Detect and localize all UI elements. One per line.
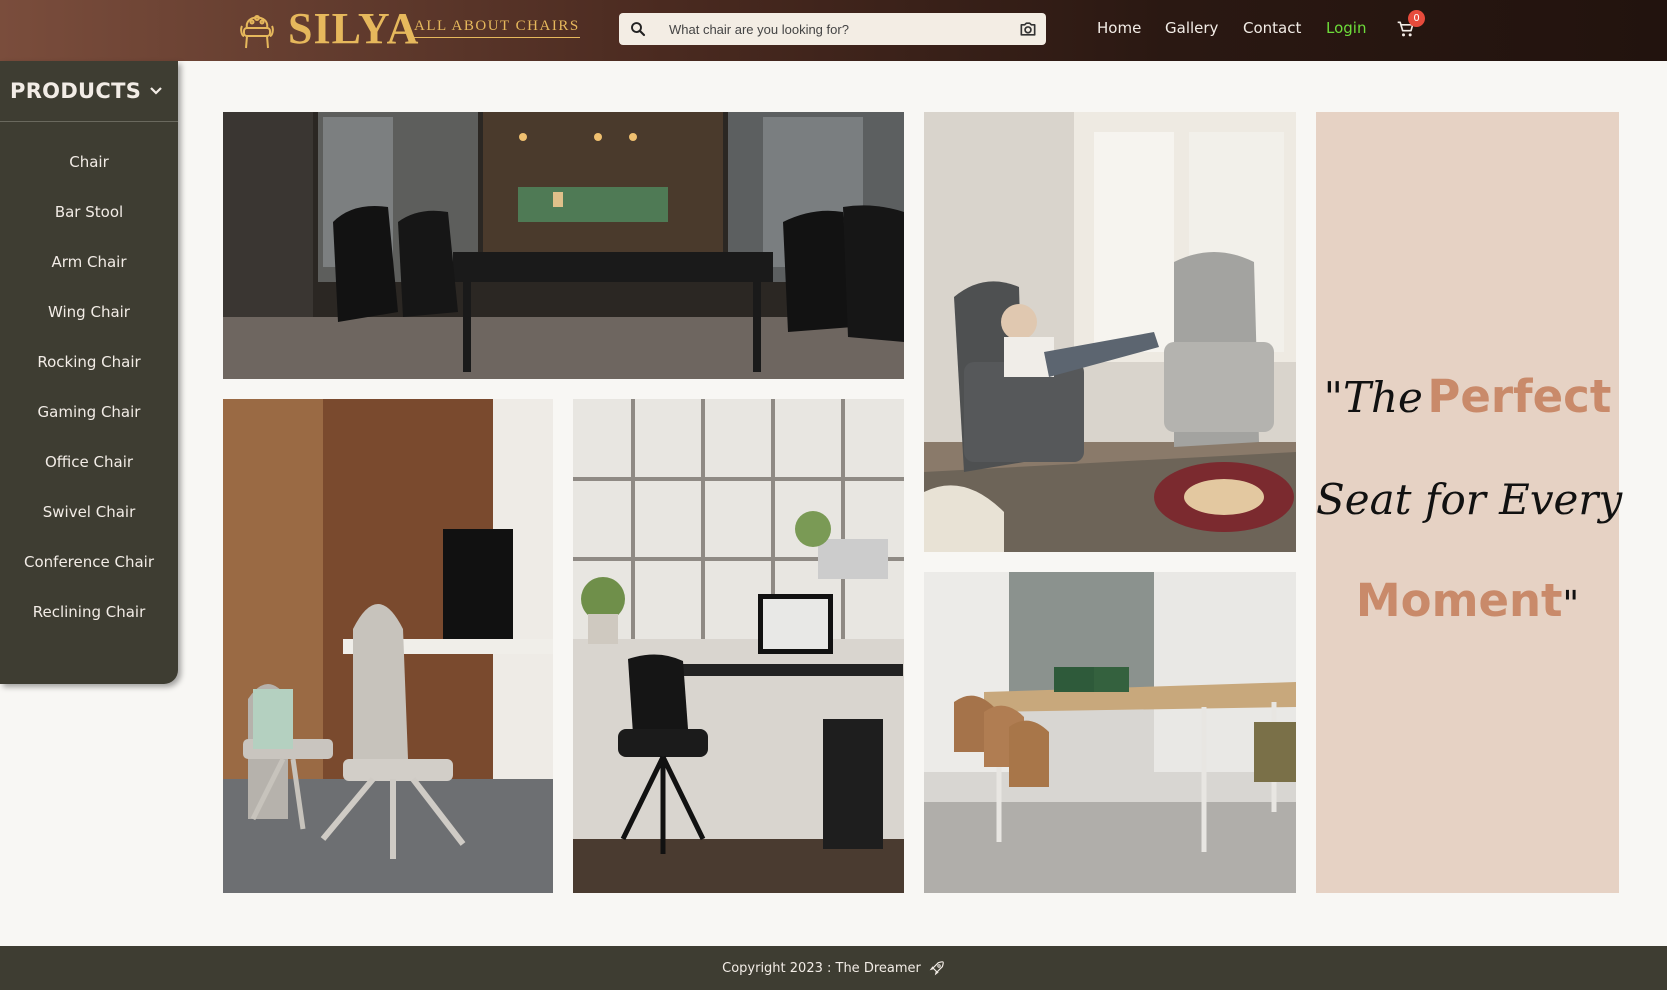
quote-accent-perfect: Perfect xyxy=(1427,370,1612,423)
office-conference-photo[interactable] xyxy=(223,112,904,379)
quote-line-1: "The Perfect xyxy=(1316,370,1619,423)
sidebar-item-reclining-chair[interactable]: Reclining Chair xyxy=(0,603,178,621)
sidebar-item-arm-chair[interactable]: Arm Chair xyxy=(0,253,178,271)
products-title: PRODUCTS xyxy=(10,79,142,103)
site-header: SILYA ALL ABOUT CHAIRS Home Gallery Cont… xyxy=(0,0,1667,61)
ergonomic-chairs-photo[interactable] xyxy=(223,399,553,893)
meeting-room-photo[interactable] xyxy=(924,572,1296,893)
rocket-icon xyxy=(929,961,944,976)
copyright-text: Copyright 2023 : The Dreamer xyxy=(722,960,921,976)
brand-name[interactable]: SILYA xyxy=(288,4,419,54)
search-input[interactable] xyxy=(669,13,1009,45)
nav-home[interactable]: Home xyxy=(1097,19,1141,37)
quote-line-2: Seat for Every xyxy=(1316,475,1623,524)
site-footer: Copyright 2023 : The Dreamer xyxy=(0,946,1667,990)
search-bar xyxy=(619,13,1046,45)
sidebar-item-chair[interactable]: Chair xyxy=(0,153,178,171)
brand-tagline: ALL ABOUT CHAIRS xyxy=(414,18,580,38)
sidebar-item-swivel-chair[interactable]: Swivel Chair xyxy=(0,503,178,521)
quote-accent-moment: Moment xyxy=(1355,574,1563,627)
products-dropdown-toggle[interactable]: PRODUCTS xyxy=(0,61,178,122)
quote-middle-text: Seat for Every xyxy=(1316,475,1623,524)
chair-logo-icon xyxy=(240,15,274,49)
nav-login[interactable]: Login xyxy=(1326,19,1366,37)
cart-count-badge: 0 xyxy=(1408,10,1425,27)
camera-icon[interactable] xyxy=(1018,19,1038,39)
sidebar-item-wing-chair[interactable]: Wing Chair xyxy=(0,303,178,321)
sidebar-item-conference-chair[interactable]: Conference Chair xyxy=(0,553,178,571)
nav-contact[interactable]: Contact xyxy=(1243,19,1301,37)
products-sidebar: PRODUCTS Chair Bar Stool Arm Chair Wing … xyxy=(0,61,178,684)
nav-gallery[interactable]: Gallery xyxy=(1165,19,1218,37)
sidebar-item-gaming-chair[interactable]: Gaming Chair xyxy=(0,403,178,421)
tagline-quote-panel: "The Perfect Seat for Every Moment" xyxy=(1316,112,1623,893)
quote-open-text: "The xyxy=(1323,373,1423,422)
sidebar-item-office-chair[interactable]: Office Chair xyxy=(0,453,178,471)
chevron-down-icon xyxy=(150,87,162,95)
home-office-desk-photo[interactable] xyxy=(573,399,904,893)
sidebar-item-rocking-chair[interactable]: Rocking Chair xyxy=(0,353,178,371)
quote-line-3: Moment" xyxy=(1316,574,1619,627)
quote-close-mark: " xyxy=(1562,584,1580,625)
search-icon[interactable] xyxy=(629,20,647,38)
child-armchair-photo[interactable] xyxy=(924,112,1296,552)
sidebar-item-bar-stool[interactable]: Bar Stool xyxy=(0,203,178,221)
